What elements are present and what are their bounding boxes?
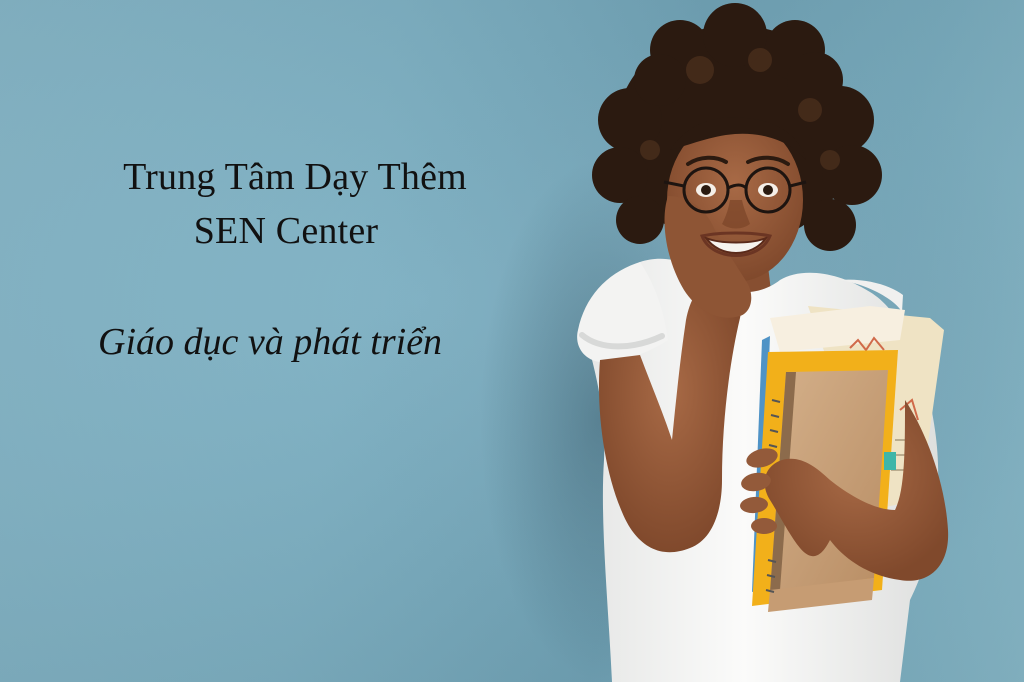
headline-line-1: Trung Tâm Dạy Thêm	[123, 156, 467, 198]
hero-banner: Trung Tâm Dạy Thêm SEN Center Giáo dục v…	[0, 0, 1024, 682]
headline-line-2: SEN Center	[193, 210, 379, 252]
sticky-tab	[884, 452, 896, 470]
slogan-text: Giáo dục và phát triển	[98, 321, 443, 363]
center-headline: Trung Tâm Dạy Thêm SEN Center	[60, 150, 530, 258]
